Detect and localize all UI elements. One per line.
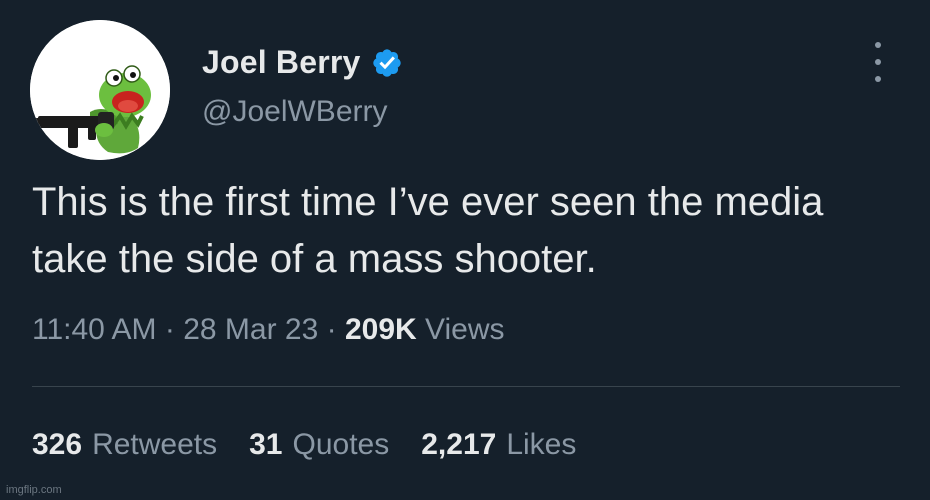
meta-separator: ·: [326, 313, 337, 346]
avatar[interactable]: [30, 20, 170, 160]
meta-separator: ·: [164, 313, 175, 346]
retweets-label: Retweets: [92, 428, 218, 461]
dot: [875, 59, 881, 65]
tweet-text: This is the first time I’ve ever seen th…: [32, 180, 824, 281]
verified-badge-icon: [372, 48, 401, 77]
tweet-time[interactable]: 11:40 AM: [32, 313, 157, 346]
tweet-stats: 326 Retweets 31 Quotes 2,217 Likes: [32, 428, 576, 462]
views-label: Views: [425, 313, 505, 346]
author-handle[interactable]: @JoelWBerry: [202, 95, 387, 129]
likes-label: Likes: [506, 428, 577, 461]
divider: [32, 386, 900, 387]
retweets-count: 326: [32, 428, 83, 461]
dot: [875, 76, 881, 82]
retweets-stat[interactable]: 326 Retweets: [32, 428, 217, 462]
dot: [875, 42, 881, 48]
quotes-stat[interactable]: 31 Quotes: [249, 428, 389, 462]
watermark: imgflip.com: [6, 484, 62, 496]
more-options-icon[interactable]: [868, 42, 888, 82]
author-display-name[interactable]: Joel Berry: [202, 44, 361, 81]
quotes-label: Quotes: [292, 428, 390, 461]
tweet-meta: 11:40 AM · 28 Mar 23 · 209K Views: [32, 313, 505, 347]
tweet-date[interactable]: 28 Mar 23: [183, 313, 318, 346]
kermit-avatar-icon: [30, 20, 170, 160]
likes-count: 2,217: [421, 428, 497, 461]
likes-stat[interactable]: 2,217 Likes: [421, 428, 576, 462]
author-name-row: Joel Berry: [202, 44, 403, 81]
quotes-count: 31: [249, 428, 283, 461]
views-count: 209K: [344, 313, 417, 346]
